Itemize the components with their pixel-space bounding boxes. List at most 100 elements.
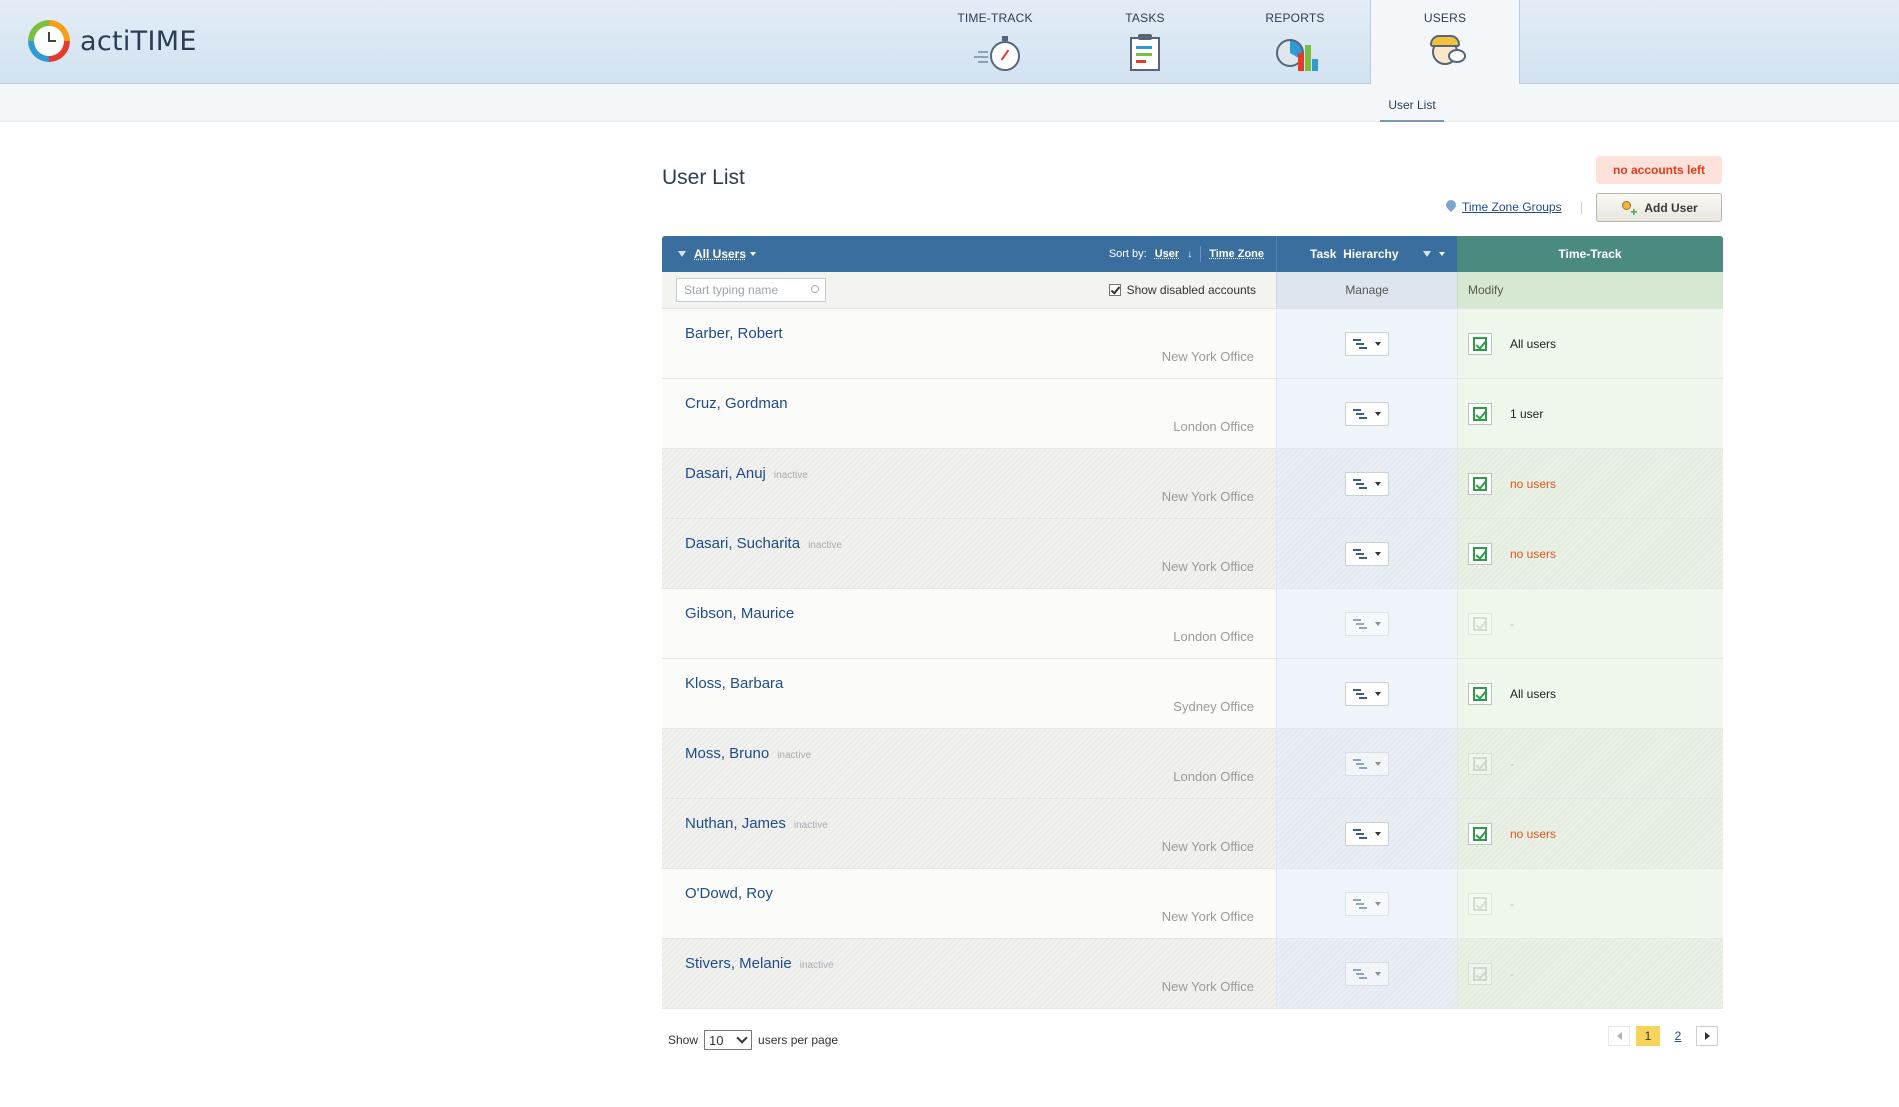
show-disabled-toggle[interactable]: Show disabled accounts (1108, 283, 1256, 297)
modify-checkbox-button[interactable] (1468, 402, 1492, 425)
task-hierarchy-column-header: Task Hierarchy (1276, 236, 1457, 272)
user-filter-dropdown[interactable]: All Users (694, 247, 746, 261)
user-name-link[interactable]: Gibson, Maurice (685, 605, 794, 622)
table-row: Dasari, Anuj inactive New York Office no us… (662, 449, 1723, 519)
user-office: New York Office (1161, 489, 1254, 504)
user-name-link[interactable]: Kloss, Barbara (685, 675, 783, 692)
chevron-down-icon[interactable] (750, 252, 757, 256)
modify-checkbox-button[interactable] (1468, 332, 1492, 355)
per-page-suffix: users per page (758, 1033, 839, 1047)
sort-by-user[interactable]: User (1155, 248, 1179, 260)
nav-tasks[interactable]: TASKS (1070, 0, 1220, 84)
prev-page-button[interactable] (1608, 1026, 1630, 1046)
time-zone-groups-link[interactable]: Time Zone Groups (1446, 200, 1562, 214)
manage-hierarchy-button[interactable] (1345, 751, 1389, 776)
manage-hierarchy-button[interactable] (1345, 401, 1389, 426)
add-user-label: Add User (1644, 200, 1698, 215)
page-title: User List (662, 166, 745, 189)
user-search-input[interactable]: Start typing name (676, 278, 826, 302)
manage-cell (1276, 309, 1457, 378)
user-name: Dasari, Sucharita (685, 535, 801, 552)
chevron-down-icon (1375, 621, 1381, 626)
modify-checkbox-button[interactable] (1468, 542, 1492, 565)
manage-hierarchy-button[interactable] (1345, 821, 1389, 846)
arrow-right-icon (1704, 1032, 1710, 1040)
modify-checkbox-button[interactable] (1468, 752, 1492, 775)
page-1-button[interactable]: 1 (1636, 1026, 1660, 1046)
checkmark-icon (1473, 476, 1487, 491)
user-office: New York Office (1161, 839, 1254, 854)
checkmark-icon (1473, 896, 1487, 911)
user-name-link[interactable]: Nuthan, James inactive (685, 815, 828, 832)
user-name-link[interactable]: Barber, Robert (685, 325, 783, 342)
task-hierarchy-label: Task Hierarchy (1310, 247, 1399, 261)
manage-cell (1276, 379, 1457, 448)
user-cell: Stivers, Melanie inactive New York Office (662, 939, 1276, 1008)
modify-cell: All users (1457, 309, 1723, 378)
time-track-column-header: Time-Track (1457, 236, 1723, 272)
modify-scope-text: no users (1510, 546, 1557, 561)
user-name: Moss, Bruno (685, 745, 770, 762)
page-2-button[interactable]: 2 (1666, 1026, 1690, 1046)
manage-hierarchy-button[interactable] (1345, 961, 1389, 986)
app-logo[interactable]: actiTIME (28, 20, 197, 62)
next-page-button[interactable] (1696, 1026, 1718, 1046)
manage-hierarchy-button[interactable] (1345, 471, 1389, 496)
user-name: O'Dowd, Roy (685, 885, 773, 902)
filter-icon[interactable] (678, 251, 686, 257)
user-name-link[interactable]: Dasari, Anuj inactive (685, 465, 808, 482)
nav-label: TIME-TRACK (957, 11, 1033, 25)
manage-hierarchy-button[interactable] (1345, 681, 1389, 706)
modify-checkbox-button[interactable] (1468, 472, 1492, 495)
nav-reports[interactable]: REPORTS (1220, 0, 1370, 84)
user-name-link[interactable]: Dasari, Sucharita inactive (685, 535, 842, 552)
user-office: New York Office (1161, 979, 1254, 994)
modify-scope-text: no users (1510, 476, 1557, 491)
user-office: London Office (1173, 769, 1254, 784)
sort-by-label: Sort by: (1108, 248, 1147, 260)
sort-by-time-zone[interactable]: Time Zone (1209, 248, 1264, 260)
manage-hierarchy-button[interactable] (1345, 611, 1389, 636)
checkmark-icon (1473, 336, 1487, 351)
per-page-select[interactable]: 10 (704, 1030, 753, 1050)
user-office: New York Office (1161, 909, 1254, 924)
user-name: Kloss, Barbara (685, 675, 784, 692)
tasks-icon (1124, 33, 1166, 73)
table-row: Kloss, Barbara Sydney Office All users (662, 659, 1723, 729)
tab-user-list[interactable]: User List (1380, 84, 1444, 122)
nav-users[interactable]: USERS (1370, 0, 1520, 85)
modify-checkbox-button[interactable] (1468, 682, 1492, 705)
user-name: Dasari, Anuj (685, 465, 766, 482)
show-disabled-label: Show disabled accounts (1126, 283, 1256, 297)
nav-time-track[interactable]: TIME-TRACK (920, 0, 1070, 84)
modify-checkbox-button[interactable] (1468, 892, 1492, 915)
chevron-down-icon (1375, 411, 1381, 416)
checkmark-icon (1473, 826, 1487, 841)
nav-label: REPORTS (1265, 11, 1325, 25)
user-name-link[interactable]: Cruz, Gordman (685, 395, 788, 412)
modify-scope-text: - (1510, 616, 1514, 631)
add-user-button[interactable]: + Add User (1596, 193, 1722, 222)
user-office: New York Office (1161, 349, 1254, 364)
modify-checkbox-button[interactable] (1468, 822, 1492, 845)
manage-cell (1276, 659, 1457, 728)
hierarchy-icon (1353, 758, 1367, 769)
modify-checkbox-button[interactable] (1468, 962, 1492, 985)
top-bar: actiTIME TIME-TRACK TASKS REPORTS USERS (0, 0, 1899, 85)
manage-cell (1276, 589, 1457, 658)
user-office: London Office (1173, 419, 1254, 434)
user-name-link[interactable]: Moss, Bruno inactive (685, 745, 811, 762)
user-name-link[interactable]: O'Dowd, Roy (685, 885, 773, 902)
modify-checkbox-button[interactable] (1468, 612, 1492, 635)
checkmark-icon (1473, 686, 1487, 701)
show-disabled-checkbox[interactable] (1108, 284, 1121, 296)
user-name-link[interactable]: Stivers, Melanie inactive (685, 955, 834, 972)
manage-cell (1276, 449, 1457, 518)
manage-hierarchy-button[interactable] (1345, 331, 1389, 356)
task-hierarchy-filter[interactable] (1423, 251, 1445, 257)
table-row: Moss, Bruno inactive London Office - (662, 729, 1723, 799)
manage-hierarchy-button[interactable] (1345, 541, 1389, 566)
user-cell: Moss, Bruno inactive London Office (662, 729, 1276, 798)
user-office: London Office (1173, 629, 1254, 644)
manage-hierarchy-button[interactable] (1345, 891, 1389, 916)
